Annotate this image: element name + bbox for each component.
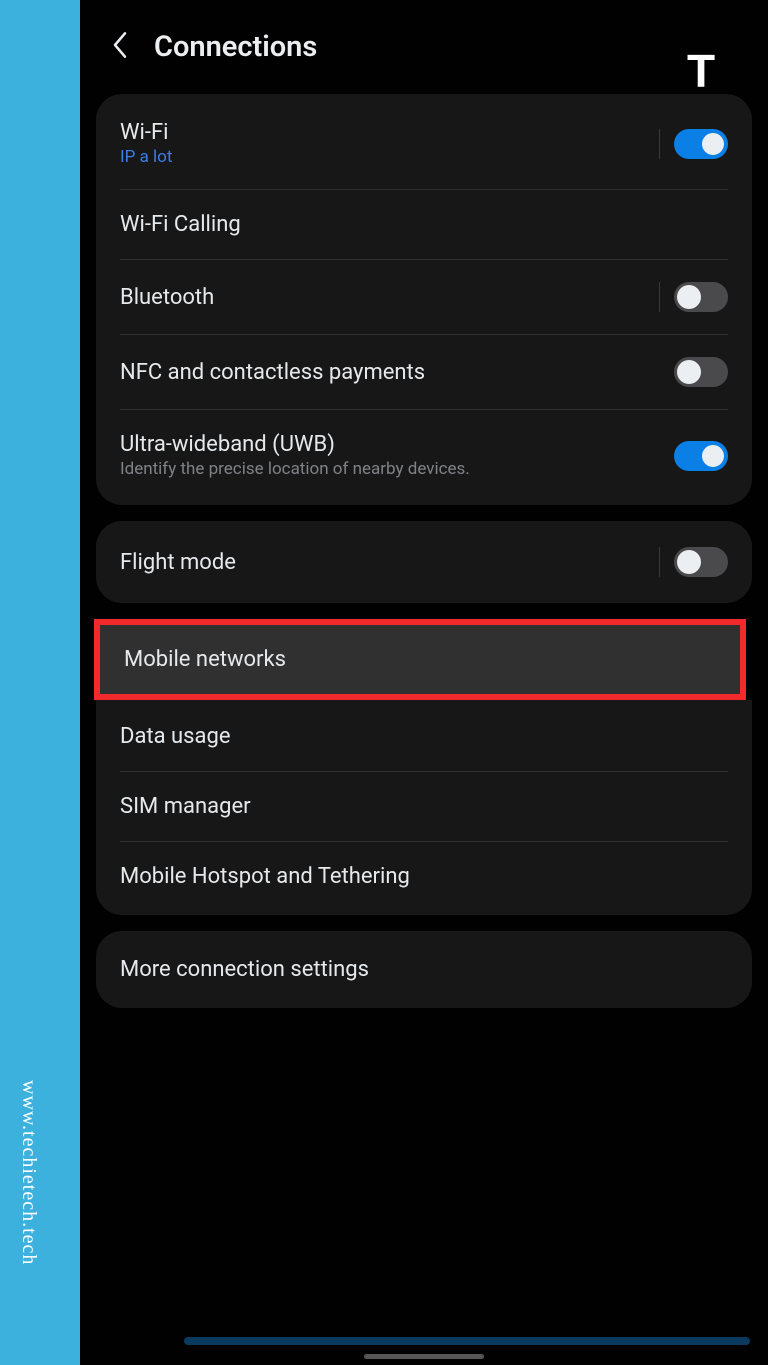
- wifi-ssid: IP a lot: [120, 147, 172, 167]
- row-sim-manager[interactable]: SIM manager: [120, 772, 728, 842]
- row-nfc[interactable]: NFC and contactless payments: [120, 335, 728, 410]
- uwb-toggle[interactable]: [674, 441, 728, 471]
- nfc-toggle[interactable]: [674, 357, 728, 387]
- row-wifi[interactable]: Wi-Fi IP a lot: [120, 98, 728, 190]
- hotspot-label: Mobile Hotspot and Tethering: [120, 864, 410, 889]
- bottom-scroll-indicator: [184, 1337, 750, 1345]
- row-uwb[interactable]: Ultra-wideband (UWB) Identify the precis…: [120, 410, 728, 501]
- background-left-stripe: [0, 0, 80, 1365]
- row-bluetooth[interactable]: Bluetooth: [120, 260, 728, 335]
- flight-mode-toggle[interactable]: [674, 547, 728, 577]
- watermark-text: www.techietech.tech: [17, 1080, 40, 1265]
- uwb-desc: Identify the precise location of nearby …: [120, 459, 470, 479]
- sim-manager-label: SIM manager: [120, 794, 251, 819]
- row-hotspot[interactable]: Mobile Hotspot and Tethering: [120, 842, 728, 911]
- settings-group-connectivity: Wi-Fi IP a lot Wi-Fi Calling Bluetooth N…: [96, 94, 752, 505]
- wifi-calling-label: Wi-Fi Calling: [120, 212, 241, 237]
- nav-handle[interactable]: [364, 1354, 484, 1359]
- bluetooth-label: Bluetooth: [120, 285, 214, 310]
- header-bar: Connections: [96, 30, 752, 94]
- wifi-label: Wi-Fi: [120, 120, 172, 145]
- flight-mode-label: Flight mode: [120, 550, 236, 575]
- page-title: Connections: [154, 30, 317, 64]
- settings-group-network: Data usage SIM manager Mobile Hotspot an…: [96, 700, 752, 915]
- more-settings-label: More connection settings: [120, 957, 369, 982]
- wifi-toggle[interactable]: [674, 129, 728, 159]
- divider: [659, 129, 660, 159]
- divider: [659, 547, 660, 577]
- uwb-label: Ultra-wideband (UWB): [120, 432, 470, 457]
- data-usage-label: Data usage: [120, 724, 231, 749]
- row-data-usage[interactable]: Data usage: [120, 700, 728, 772]
- bluetooth-toggle[interactable]: [674, 282, 728, 312]
- nfc-label: NFC and contactless payments: [120, 360, 425, 385]
- back-icon[interactable]: [110, 30, 130, 64]
- settings-group-more: More connection settings: [96, 931, 752, 1008]
- row-flight-mode[interactable]: Flight mode: [120, 525, 728, 599]
- row-wifi-calling[interactable]: Wi-Fi Calling: [120, 190, 728, 260]
- row-more-settings[interactable]: More connection settings: [120, 935, 728, 1004]
- logo-letter: T: [687, 44, 715, 98]
- settings-group-flight: Flight mode: [96, 521, 752, 603]
- row-mobile-networks[interactable]: Mobile networks: [94, 619, 746, 700]
- settings-screen: Connections Wi-Fi IP a lot Wi-Fi Calling…: [80, 0, 768, 1365]
- mobile-networks-label: Mobile networks: [124, 647, 286, 672]
- divider: [659, 282, 660, 312]
